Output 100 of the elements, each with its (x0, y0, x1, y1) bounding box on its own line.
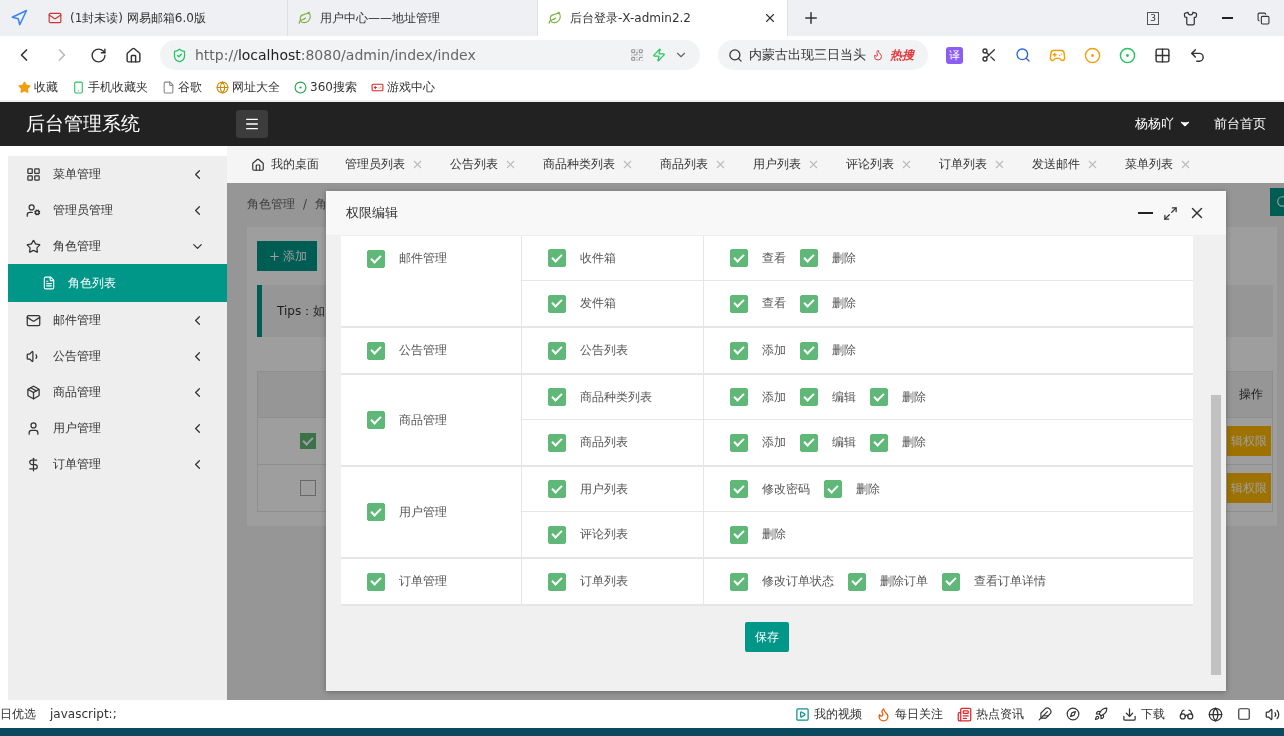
column-header: 操作 (1239, 386, 1263, 403)
bookmark-link[interactable]: 手机收藏夹 (88, 78, 148, 96)
bookmark-link[interactable]: 网址大全 (232, 78, 280, 96)
status-link[interactable]: 热点资讯 (976, 705, 1024, 723)
checkbox[interactable] (367, 503, 385, 521)
user-icon (26, 420, 41, 436)
checkbox[interactable] (730, 433, 748, 452)
checkbox[interactable] (848, 572, 866, 591)
sidebar-item[interactable]: 菜单管理 (8, 156, 227, 192)
checkbox[interactable] (730, 341, 748, 360)
sidebar-item[interactable]: 管理员管理 (8, 192, 227, 228)
status-link[interactable]: 我的视频 (814, 705, 862, 723)
checkbox[interactable] (870, 388, 888, 406)
checkbox[interactable] (367, 572, 385, 591)
status-link[interactable]: 每日关注 (895, 705, 943, 723)
search-field[interactable]: 内蒙古出现三日当头 热搜 (718, 40, 928, 70)
grid-icon (26, 166, 41, 182)
page-tab[interactable]: 发送邮件 (1022, 156, 1109, 173)
checkbox[interactable] (548, 249, 566, 267)
checkbox[interactable] (942, 572, 960, 591)
sidebar-item[interactable]: 用户管理 (8, 410, 227, 446)
close-icon (504, 158, 517, 171)
page-tab[interactable]: 商品列表 (650, 156, 737, 173)
page-tab[interactable]: 评论列表 (836, 156, 923, 173)
status-link[interactable]: 下载 (1141, 705, 1165, 723)
checkbox[interactable] (548, 433, 566, 452)
status-text: javascript:; (50, 707, 117, 721)
translate-button[interactable]: 译 (946, 46, 963, 64)
checkbox[interactable] (800, 433, 818, 452)
close-icon (900, 158, 913, 171)
checkbox[interactable] (367, 411, 385, 429)
sidebar-item[interactable]: 邮件管理 (8, 302, 227, 338)
address-field[interactable]: http://localhost:8080/admin/index/index (160, 40, 700, 70)
page-tab[interactable]: 用户列表 (743, 156, 830, 173)
checkbox[interactable] (548, 480, 566, 498)
phone-icon (72, 80, 85, 94)
browser-tab[interactable]: (1封未读) 网易邮箱6.0版 (38, 0, 288, 36)
user-icon (26, 202, 41, 218)
checkbox[interactable] (730, 525, 748, 544)
search-icon (1015, 47, 1031, 63)
user-menu[interactable]: 杨杨吖 (1135, 115, 1192, 133)
home-icon (125, 46, 142, 64)
checkbox[interactable] (800, 294, 818, 313)
checkbox[interactable] (548, 341, 566, 360)
checkbox[interactable] (367, 250, 385, 268)
checkbox[interactable] (730, 388, 748, 406)
bookmark-link[interactable]: 游戏中心 (386, 78, 435, 96)
page-tab[interactable]: 菜单列表 (1115, 156, 1202, 173)
checkbox[interactable] (800, 249, 818, 267)
checkbox[interactable] (800, 388, 818, 406)
row-checkbox[interactable] (300, 433, 316, 449)
page-tab[interactable]: 订单列表 (929, 156, 1016, 173)
checkbox[interactable] (548, 525, 566, 544)
circle-icon (294, 80, 307, 94)
checkbox[interactable] (730, 480, 748, 498)
sidebar-item[interactable]: 公告管理 (8, 338, 227, 374)
row-checkbox[interactable] (300, 480, 316, 496)
browser-tab[interactable]: 后台登录-X-admin2.2 (538, 0, 788, 36)
group-label: 商品管理 (399, 411, 447, 429)
mail-icon (48, 11, 62, 25)
front-link[interactable]: 前台首页 (1214, 115, 1266, 133)
page-tab[interactable]: 管理员列表 (335, 156, 434, 173)
menu-label: 商品列表 (580, 434, 628, 451)
close-icon (807, 158, 820, 171)
checkbox[interactable] (730, 249, 748, 267)
breadcrumb-link[interactable]: 角色管理 (247, 195, 295, 213)
checkbox[interactable] (800, 341, 818, 360)
page-tab[interactable]: 我的桌面 (241, 156, 329, 173)
checkbox[interactable] (367, 341, 385, 360)
newspaper-icon (957, 706, 972, 722)
qr-icon (630, 48, 644, 62)
checkbox[interactable] (730, 572, 748, 591)
group-label: 订单管理 (399, 573, 447, 590)
checkbox[interactable] (548, 388, 566, 406)
save-button[interactable]: 保存 (745, 622, 789, 652)
close-icon (411, 158, 424, 171)
bookmark-link[interactable]: 谷歌 (178, 78, 202, 96)
bookmark-link[interactable]: 收藏 (34, 78, 58, 96)
menu-label: 订单列表 (580, 573, 628, 590)
star-icon (26, 238, 41, 254)
checkbox[interactable] (870, 433, 888, 452)
checkbox[interactable] (824, 480, 842, 498)
menu-button[interactable] (236, 110, 268, 138)
permission-label: 查看订单详情 (974, 573, 1046, 590)
status-text: 日优选 (0, 705, 36, 723)
page-tab[interactable]: 商品种类列表 (533, 156, 644, 173)
checkbox[interactable] (548, 294, 566, 313)
bookmark-link[interactable]: 360搜索 (310, 78, 357, 96)
page-tab[interactable]: 公告列表 (440, 156, 527, 173)
checkbox[interactable] (730, 294, 748, 313)
sidebar-item[interactable]: 订单管理 (8, 446, 227, 482)
sidebar-item[interactable]: 角色管理 (8, 228, 227, 264)
sidebar-subitem[interactable]: 角色列表 (8, 264, 227, 302)
window-count[interactable]: 3 (1147, 11, 1159, 25)
play-icon (795, 706, 810, 722)
circle-icon (1084, 46, 1101, 64)
checkbox[interactable] (548, 572, 566, 591)
permission-label: 添加 (762, 434, 786, 451)
tab-title: 后台登录-X-admin2.2 (570, 9, 691, 27)
sidebar-item[interactable]: 商品管理 (8, 374, 227, 410)
